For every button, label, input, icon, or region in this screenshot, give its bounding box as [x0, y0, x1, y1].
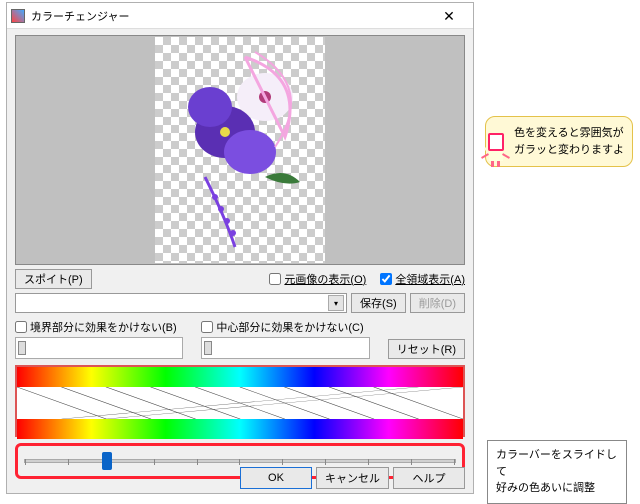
- hue-mapping-area: [15, 365, 465, 437]
- show-original-input[interactable]: [269, 273, 281, 285]
- help-button[interactable]: ヘルプ: [393, 467, 465, 489]
- instruction-note: カラーバーをスライドして 好みの色あいに調整: [487, 440, 627, 504]
- close-button[interactable]: ✕: [429, 4, 469, 28]
- note-line2: 好みの色あいに調整: [496, 480, 618, 497]
- border-slider[interactable]: [15, 337, 183, 359]
- hue-slider-thumb[interactable]: [102, 452, 112, 470]
- hue-slider[interactable]: [24, 459, 456, 463]
- no-effect-border-input[interactable]: [15, 321, 27, 333]
- flower-illustration: [155, 37, 325, 263]
- app-icon: [11, 9, 25, 23]
- preset-dropdown[interactable]: ▾: [15, 293, 347, 313]
- show-all-regions-checkbox[interactable]: 全領域表示(A): [380, 271, 465, 287]
- callout-line1: 色を変えると雰囲気が: [514, 125, 626, 142]
- dialog-title: カラーチェンジャー: [31, 8, 429, 24]
- preview-area: [15, 35, 465, 265]
- no-effect-center-checkbox[interactable]: 中心部分に効果をかけない(C): [201, 319, 369, 335]
- show-all-regions-label: 全領域表示(A): [395, 271, 465, 287]
- show-all-regions-input[interactable]: [380, 273, 392, 285]
- no-effect-center-label: 中心部分に効果をかけない(C): [216, 319, 363, 335]
- delete-button: 削除(D): [410, 293, 465, 313]
- show-original-label: 元画像の表示(O): [284, 271, 366, 287]
- show-original-checkbox[interactable]: 元画像の表示(O): [269, 271, 366, 287]
- mascot-icon: [482, 133, 510, 167]
- hue-mapping-lines: [17, 387, 463, 419]
- cancel-button[interactable]: キャンセル: [316, 467, 389, 489]
- note-line1: カラーバーをスライドして: [496, 447, 618, 480]
- chevron-down-icon: ▾: [328, 295, 344, 311]
- no-effect-border-checkbox[interactable]: 境界部分に効果をかけない(B): [15, 319, 183, 335]
- save-button[interactable]: 保存(S): [351, 293, 406, 313]
- hue-strip-top: [17, 367, 463, 387]
- eyedropper-button[interactable]: スポイト(P): [15, 269, 92, 289]
- callout-line2: ガラッと変わりますよ: [514, 142, 626, 159]
- center-slider[interactable]: [201, 337, 369, 359]
- hue-strip-bottom: [17, 419, 463, 439]
- no-effect-border-label: 境界部分に効果をかけない(B): [30, 319, 177, 335]
- tip-callout: 色を変えると雰囲気が ガラッと変わりますよ: [485, 116, 633, 182]
- no-effect-center-input[interactable]: [201, 321, 213, 333]
- reset-button[interactable]: リセット(R): [388, 339, 465, 359]
- preview-image: [155, 37, 325, 263]
- titlebar: カラーチェンジャー ✕: [7, 3, 473, 29]
- color-changer-dialog: カラーチェンジャー ✕: [6, 2, 474, 494]
- dialog-buttons: OK キャンセル ヘルプ: [240, 467, 465, 489]
- ok-button[interactable]: OK: [240, 467, 312, 489]
